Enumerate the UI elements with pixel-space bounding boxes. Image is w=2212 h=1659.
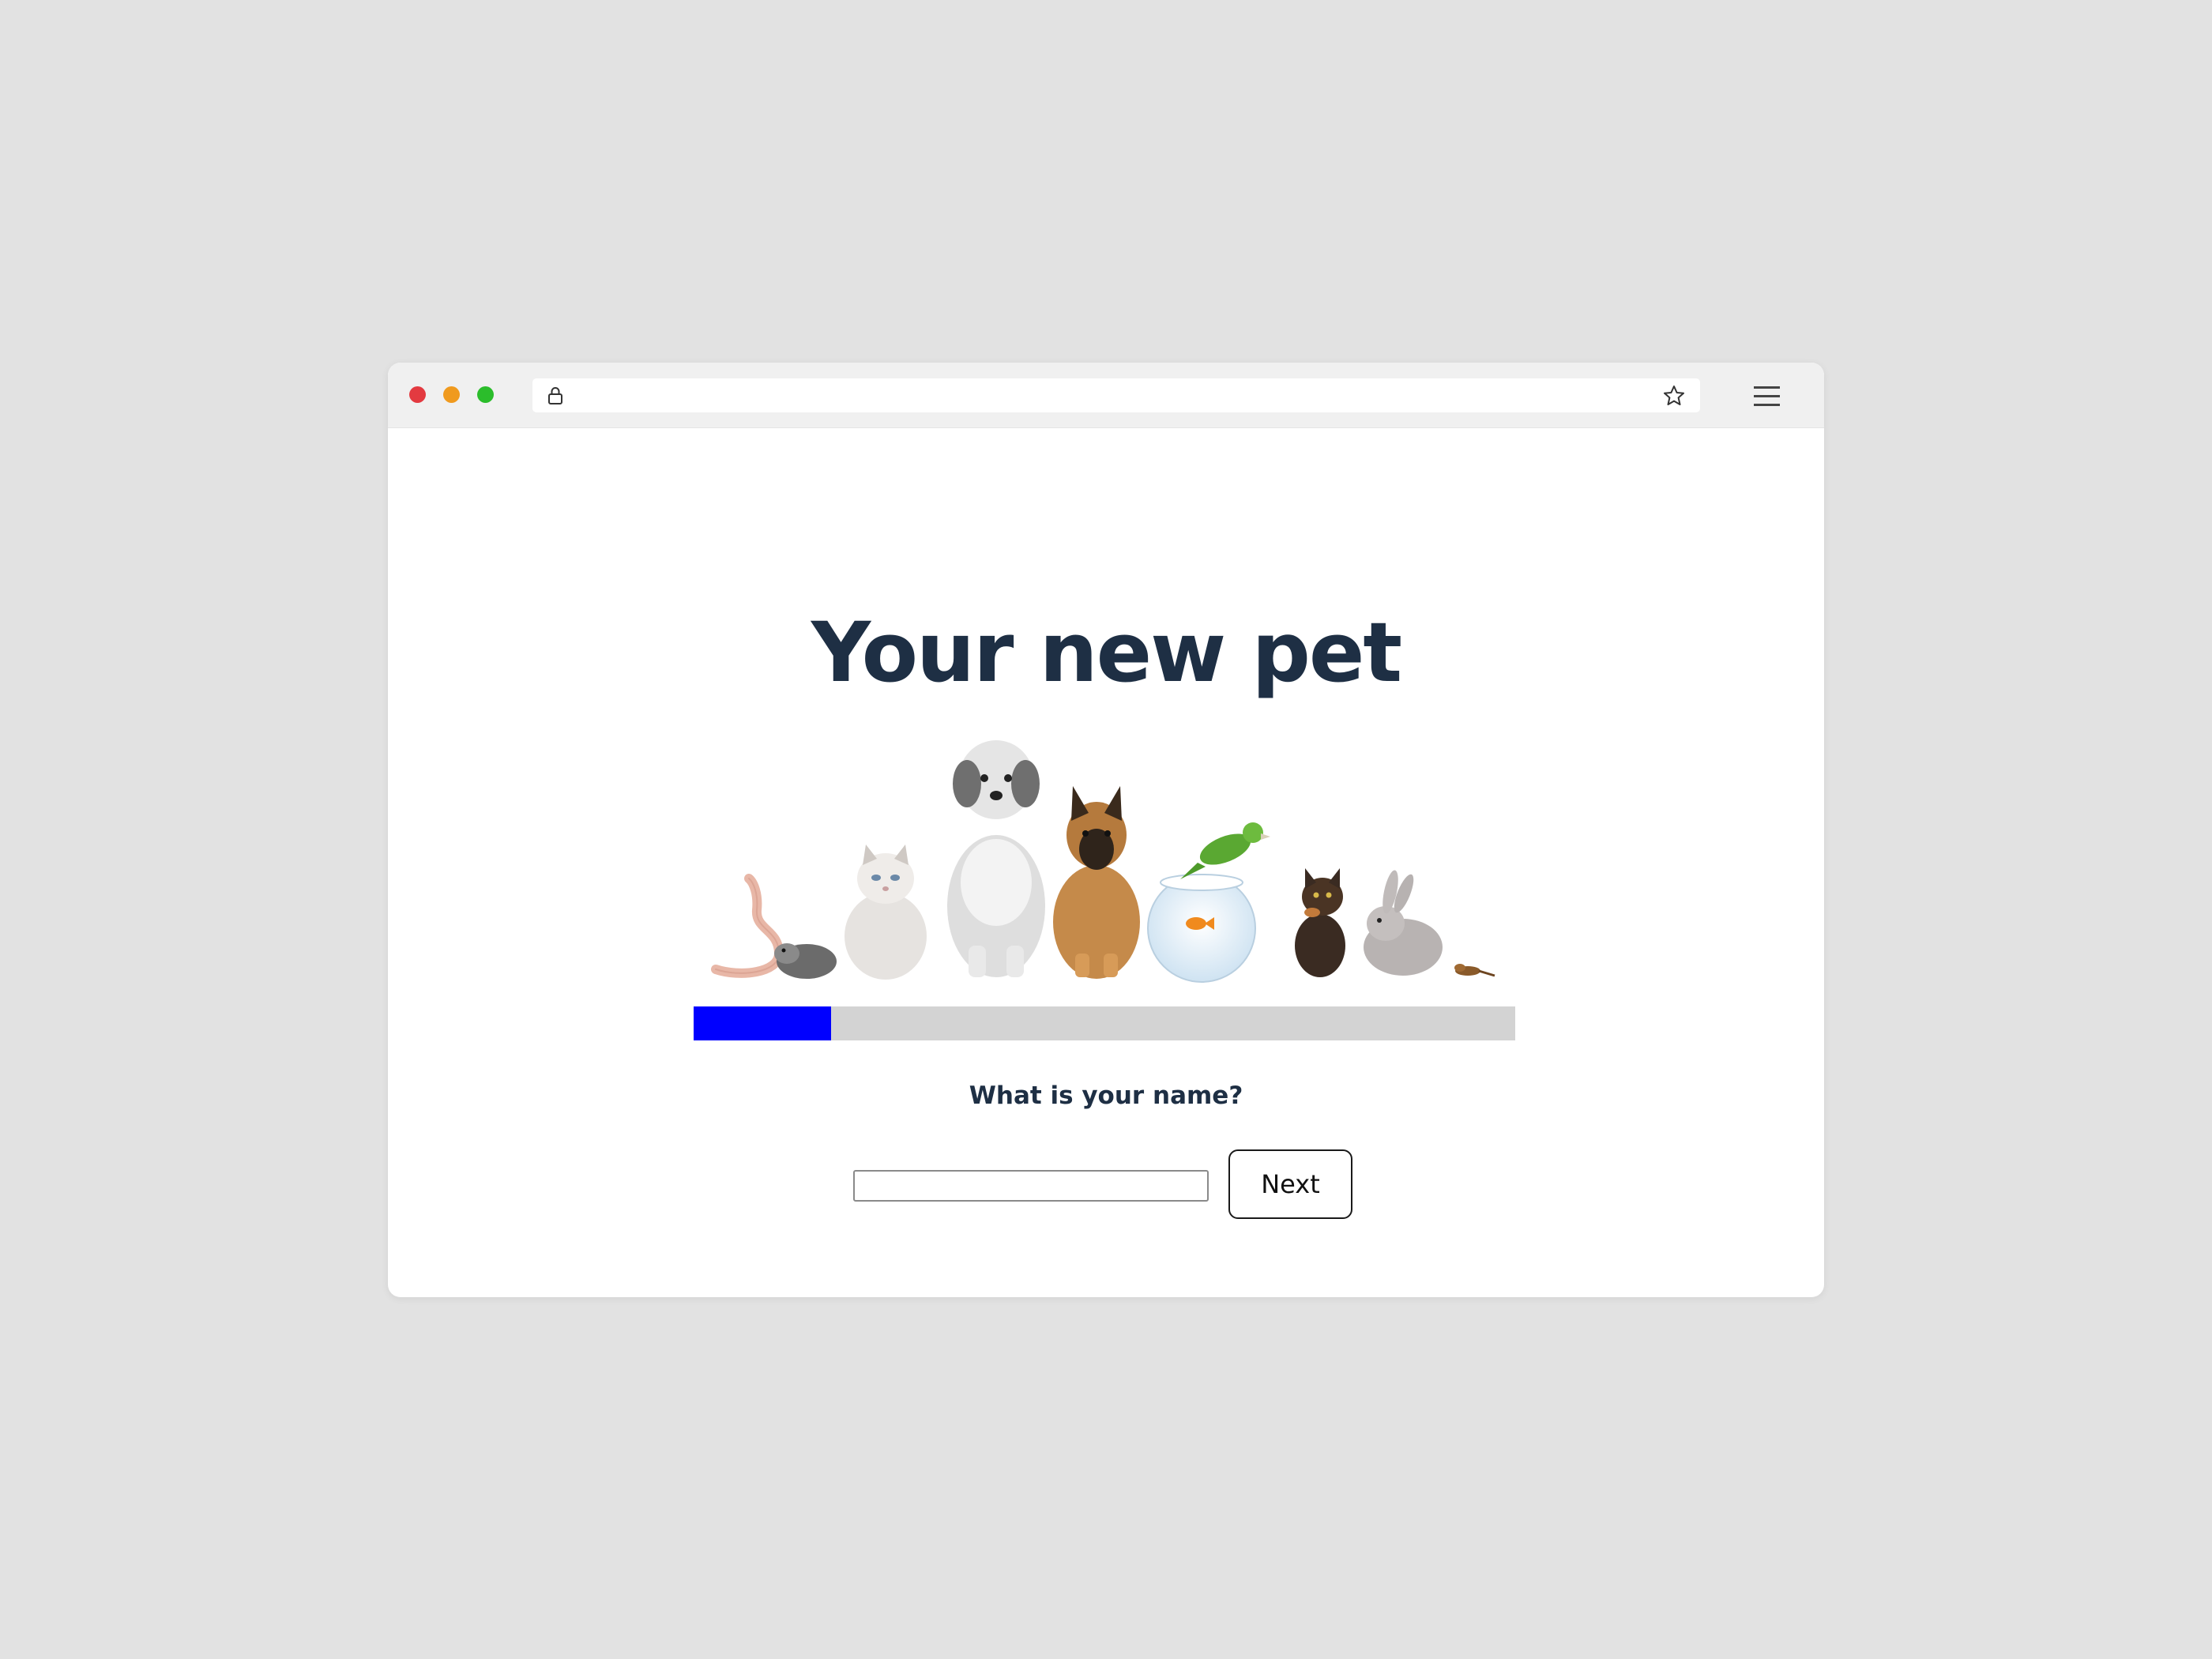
minimize-window-button[interactable] <box>443 386 460 403</box>
maximize-window-button[interactable] <box>477 386 494 403</box>
address-bar[interactable] <box>532 378 1700 412</box>
dog-image <box>947 740 1045 977</box>
progress-bar <box>694 1006 1515 1040</box>
next-button[interactable]: Next <box>1228 1149 1352 1219</box>
fishbowl-image <box>1147 874 1256 983</box>
guinea-pig-image <box>774 943 837 979</box>
rabbit-image <box>1364 870 1443 976</box>
question-label: What is your name? <box>969 1082 1243 1110</box>
browser-toolbar <box>388 363 1824 428</box>
progress-fill <box>694 1006 831 1040</box>
browser-window: Your new pet What is your name? Next <box>388 363 1824 1297</box>
close-window-button[interactable] <box>409 386 426 403</box>
parrot-image <box>1180 822 1270 879</box>
cat-image <box>845 845 927 980</box>
puppy-image <box>1053 786 1140 979</box>
snake-image <box>711 874 784 978</box>
kitten-image <box>1295 868 1345 977</box>
page-title: Your new pet <box>811 604 1402 701</box>
bookmark-star-icon[interactable] <box>1662 384 1686 408</box>
lizard-image <box>1454 964 1495 977</box>
name-input[interactable] <box>853 1170 1209 1202</box>
lock-icon <box>545 386 566 406</box>
menu-icon[interactable] <box>1751 384 1785 409</box>
